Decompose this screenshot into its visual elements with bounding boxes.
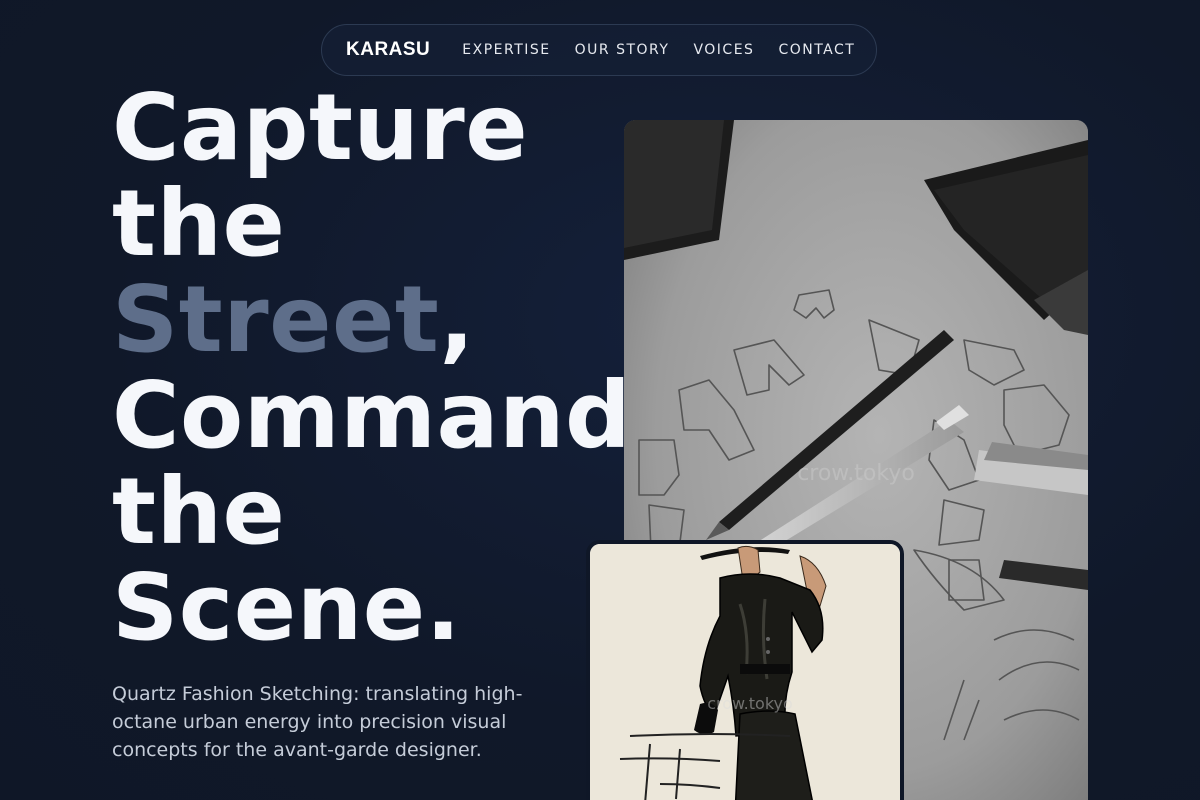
nav-link-our-story[interactable]: OUR STORY (575, 42, 670, 58)
headline-line-1: Capture (112, 74, 529, 181)
headline-comma: , (439, 266, 475, 373)
nav-link-voices[interactable]: VOICES (693, 42, 754, 58)
top-nav: KARASU EXPERTISE OUR STORY VOICES CONTAC… (321, 24, 877, 76)
headline-line-5: the (112, 458, 286, 565)
inset-watermark: crow.tokyo (707, 694, 793, 713)
headline-line-2: the (112, 170, 286, 277)
fashion-illustration: crow.tokyo (586, 540, 904, 800)
headline-accent-word: Street (112, 266, 440, 373)
nav-link-contact[interactable]: CONTACT (778, 42, 855, 58)
main-watermark: crow.tokyo (797, 461, 915, 486)
fashion-illustration-art: crow.tokyo (590, 544, 900, 800)
hero-headline: Capture the Street, Command the Scene. (112, 80, 631, 656)
headline-line-6: Scene. (112, 554, 462, 661)
page: KARASU EXPERTISE OUR STORY VOICES CONTAC… (0, 0, 1200, 800)
headline-line-4: Command (112, 362, 632, 469)
hero-subtitle: Quartz Fashion Sketching: translating hi… (112, 683, 523, 761)
headline-line-3: Street, (112, 272, 631, 368)
brand-logo[interactable]: KARASU (346, 39, 430, 61)
nav-link-expertise[interactable]: EXPERTISE (462, 42, 550, 58)
